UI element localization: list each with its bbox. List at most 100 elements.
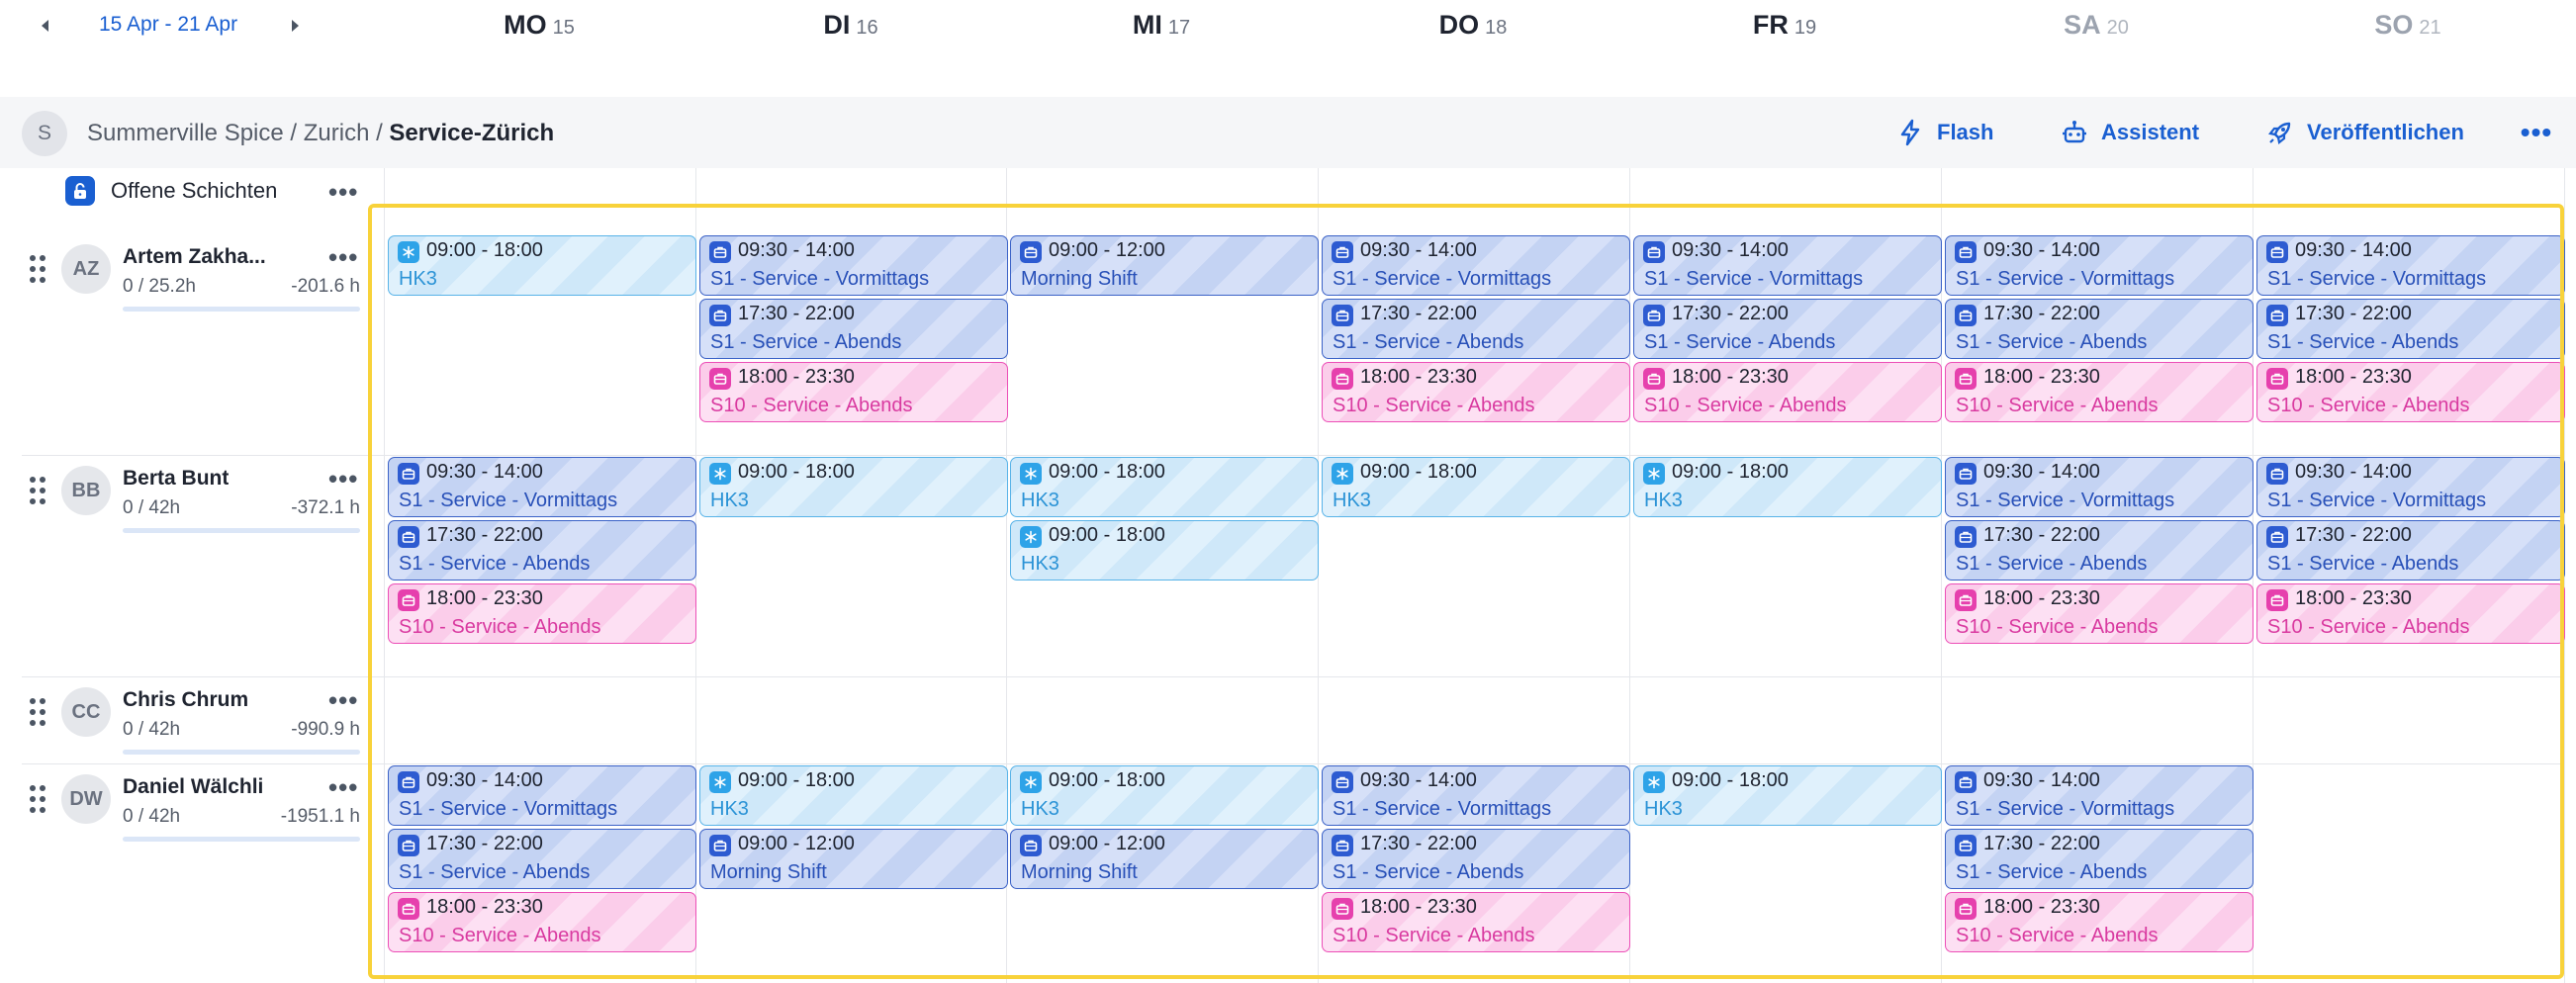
shift-card[interactable]: 18:00 - 23:30 S10 - Service - Abends: [1945, 583, 2254, 644]
shift-card[interactable]: 09:00 - 18:00 HK3: [1010, 520, 1319, 581]
shift-card[interactable]: 09:00 - 18:00 HK3: [388, 235, 696, 296]
employee-name[interactable]: Chris Chrum: [123, 688, 248, 712]
next-week-button[interactable]: [283, 14, 307, 38]
shift-card[interactable]: 17:30 - 22:00 S1 - Service - Abends: [2256, 520, 2565, 581]
day-header-sa[interactable]: SA 20: [1997, 10, 2195, 44]
shift-card[interactable]: 17:30 - 22:00 S1 - Service - Abends: [1945, 829, 2254, 889]
day-header-so[interactable]: SO 21: [2309, 10, 2507, 44]
day-header-di[interactable]: DI 16: [752, 10, 950, 44]
shift-time: 17:30 - 22:00: [1360, 833, 1477, 854]
shift-card[interactable]: 18:00 - 23:30 S10 - Service - Abends: [699, 362, 1008, 422]
employee-name[interactable]: Artem Zakha...: [123, 245, 266, 269]
open-shifts-more-button[interactable]: •••: [328, 179, 358, 205]
shift-time: 09:00 - 18:00: [426, 239, 543, 261]
shift-card[interactable]: 09:30 - 14:00 S1 - Service - Vormittags: [388, 765, 696, 826]
shift-time: 17:30 - 22:00: [2295, 303, 2412, 324]
shift-card[interactable]: 18:00 - 23:30 S10 - Service - Abends: [1633, 362, 1942, 422]
day-name: FR: [1752, 10, 1789, 40]
shift-card[interactable]: 17:30 - 22:00 S1 - Service - Abends: [1322, 829, 1630, 889]
shift-card[interactable]: 17:30 - 22:00 S1 - Service - Abends: [388, 829, 696, 889]
shift-card[interactable]: 18:00 - 23:30 S10 - Service - Abends: [388, 892, 696, 952]
day-header-mo[interactable]: MO 15: [440, 10, 638, 44]
date-range-label[interactable]: 15 Apr - 21 Apr: [99, 13, 237, 37]
shift-time: 09:00 - 18:00: [1049, 524, 1165, 546]
shift-card[interactable]: 18:00 - 23:30 S10 - Service - Abends: [2256, 362, 2565, 422]
breadcrumb-path[interactable]: Summerville Spice / Zurich /: [87, 120, 389, 146]
day-header-fr[interactable]: FR 19: [1686, 10, 1884, 44]
shift-card[interactable]: 17:30 - 22:00 S1 - Service - Abends: [699, 299, 1008, 359]
shift-card[interactable]: 09:00 - 18:00 HK3: [1010, 765, 1319, 826]
briefcase-icon: [398, 835, 419, 856]
shift-name: HK3: [1021, 553, 1059, 575]
day-header-mi[interactable]: MI 17: [1062, 10, 1260, 44]
shift-time: 18:00 - 23:30: [2295, 366, 2412, 388]
employee-more-button[interactable]: •••: [328, 687, 358, 713]
employee-row[interactable]: AZ Artem Zakha... ••• 0 / 25.2h -201.6 h: [0, 233, 376, 455]
shift-card[interactable]: 18:00 - 23:30 S10 - Service - Abends: [388, 583, 696, 644]
employee-row[interactable]: DW Daniel Wälchli ••• 0 / 42h -1951.1 h: [0, 763, 376, 983]
shift-card[interactable]: 09:30 - 14:00 S1 - Service - Vormittags: [1633, 235, 1942, 296]
shift-time: 09:00 - 18:00: [1049, 461, 1165, 483]
snowflake-icon: [398, 241, 419, 263]
shift-card[interactable]: 09:30 - 14:00 S1 - Service - Vormittags: [1322, 765, 1630, 826]
open-shifts-row[interactable]: Offene Schichten: [65, 176, 277, 206]
briefcase-icon: [1955, 589, 1977, 611]
shift-card[interactable]: 09:30 - 14:00 S1 - Service - Vormittags: [1322, 235, 1630, 296]
shift-card[interactable]: 09:30 - 14:00 S1 - Service - Vormittags: [699, 235, 1008, 296]
shift-card[interactable]: 18:00 - 23:30 S10 - Service - Abends: [1322, 892, 1630, 952]
shift-card[interactable]: 09:30 - 14:00 S1 - Service - Vormittags: [2256, 457, 2565, 517]
employee-name[interactable]: Berta Bunt: [123, 467, 229, 491]
drag-handle-icon[interactable]: [30, 785, 47, 815]
chevron-right-icon: [292, 20, 299, 32]
shift-card[interactable]: 09:30 - 14:00 S1 - Service - Vormittags: [388, 457, 696, 517]
publish-button[interactable]: Veröffentlichen: [2265, 117, 2464, 148]
shift-card[interactable]: 09:30 - 14:00 S1 - Service - Vormittags: [2256, 235, 2565, 296]
day-header-do[interactable]: DO 18: [1374, 10, 1572, 44]
shift-time: 09:30 - 14:00: [1360, 769, 1477, 791]
drag-handle-icon[interactable]: [30, 698, 47, 728]
shift-card[interactable]: 17:30 - 22:00 S1 - Service - Abends: [2256, 299, 2565, 359]
shift-card[interactable]: 09:30 - 14:00 S1 - Service - Vormittags: [1945, 765, 2254, 826]
shift-card[interactable]: 17:30 - 22:00 S1 - Service - Abends: [388, 520, 696, 581]
shift-time: 18:00 - 23:30: [1983, 366, 2100, 388]
employee-row[interactable]: BB Berta Bunt ••• 0 / 42h -372.1 h: [0, 455, 376, 676]
shift-card[interactable]: 09:00 - 18:00 HK3: [699, 765, 1008, 826]
drag-handle-icon[interactable]: [30, 255, 47, 285]
shift-card[interactable]: 09:00 - 18:00 HK3: [699, 457, 1008, 517]
flash-button[interactable]: Flash: [1895, 117, 1993, 148]
shift-card[interactable]: 09:00 - 18:00 HK3: [1322, 457, 1630, 517]
shift-time: 18:00 - 23:30: [1983, 587, 2100, 609]
shift-card[interactable]: 09:30 - 14:00 S1 - Service - Vormittags: [1945, 235, 2254, 296]
shift-name: S1 - Service - Vormittags: [710, 268, 930, 290]
employee-more-button[interactable]: •••: [328, 774, 358, 800]
employee-name[interactable]: Daniel Wälchli: [123, 775, 263, 799]
shift-card[interactable]: 17:30 - 22:00 S1 - Service - Abends: [1945, 520, 2254, 581]
shift-card[interactable]: 18:00 - 23:30 S10 - Service - Abends: [1945, 892, 2254, 952]
shift-card[interactable]: 09:00 - 12:00 Morning Shift: [1010, 829, 1319, 889]
employee-row[interactable]: CC Chris Chrum ••• 0 / 42h -990.9 h: [0, 676, 376, 763]
snowflake-icon: [1332, 463, 1353, 485]
prev-week-button[interactable]: [34, 14, 57, 38]
shift-card[interactable]: 09:00 - 12:00 Morning Shift: [699, 829, 1008, 889]
shift-card[interactable]: 18:00 - 23:30 S10 - Service - Abends: [1945, 362, 2254, 422]
shift-name: S1 - Service - Abends: [1956, 331, 2148, 353]
shift-card[interactable]: 18:00 - 23:30 S10 - Service - Abends: [1322, 362, 1630, 422]
shift-time: 09:00 - 12:00: [1049, 833, 1165, 854]
hours-progress-bar: [123, 750, 360, 755]
shift-card[interactable]: 09:00 - 18:00 HK3: [1633, 765, 1942, 826]
shift-card[interactable]: 17:30 - 22:00 S1 - Service - Abends: [1633, 299, 1942, 359]
shift-card[interactable]: 17:30 - 22:00 S1 - Service - Abends: [1322, 299, 1630, 359]
employee-more-button[interactable]: •••: [328, 466, 358, 492]
employee-balance: -372.1 h: [291, 497, 360, 518]
day-name: SO: [2374, 10, 2414, 40]
shift-card[interactable]: 09:00 - 18:00 HK3: [1633, 457, 1942, 517]
assistant-button[interactable]: Assistent: [2060, 117, 2199, 148]
drag-handle-icon[interactable]: [30, 477, 47, 506]
shift-card[interactable]: 18:00 - 23:30 S10 - Service - Abends: [2256, 583, 2565, 644]
shift-card[interactable]: 09:30 - 14:00 S1 - Service - Vormittags: [1945, 457, 2254, 517]
shift-card[interactable]: 09:00 - 18:00 HK3: [1010, 457, 1319, 517]
shift-card[interactable]: 09:00 - 12:00 Morning Shift: [1010, 235, 1319, 296]
more-options-button[interactable]: •••: [2519, 117, 2554, 148]
employee-more-button[interactable]: •••: [328, 244, 358, 270]
shift-card[interactable]: 17:30 - 22:00 S1 - Service - Abends: [1945, 299, 2254, 359]
